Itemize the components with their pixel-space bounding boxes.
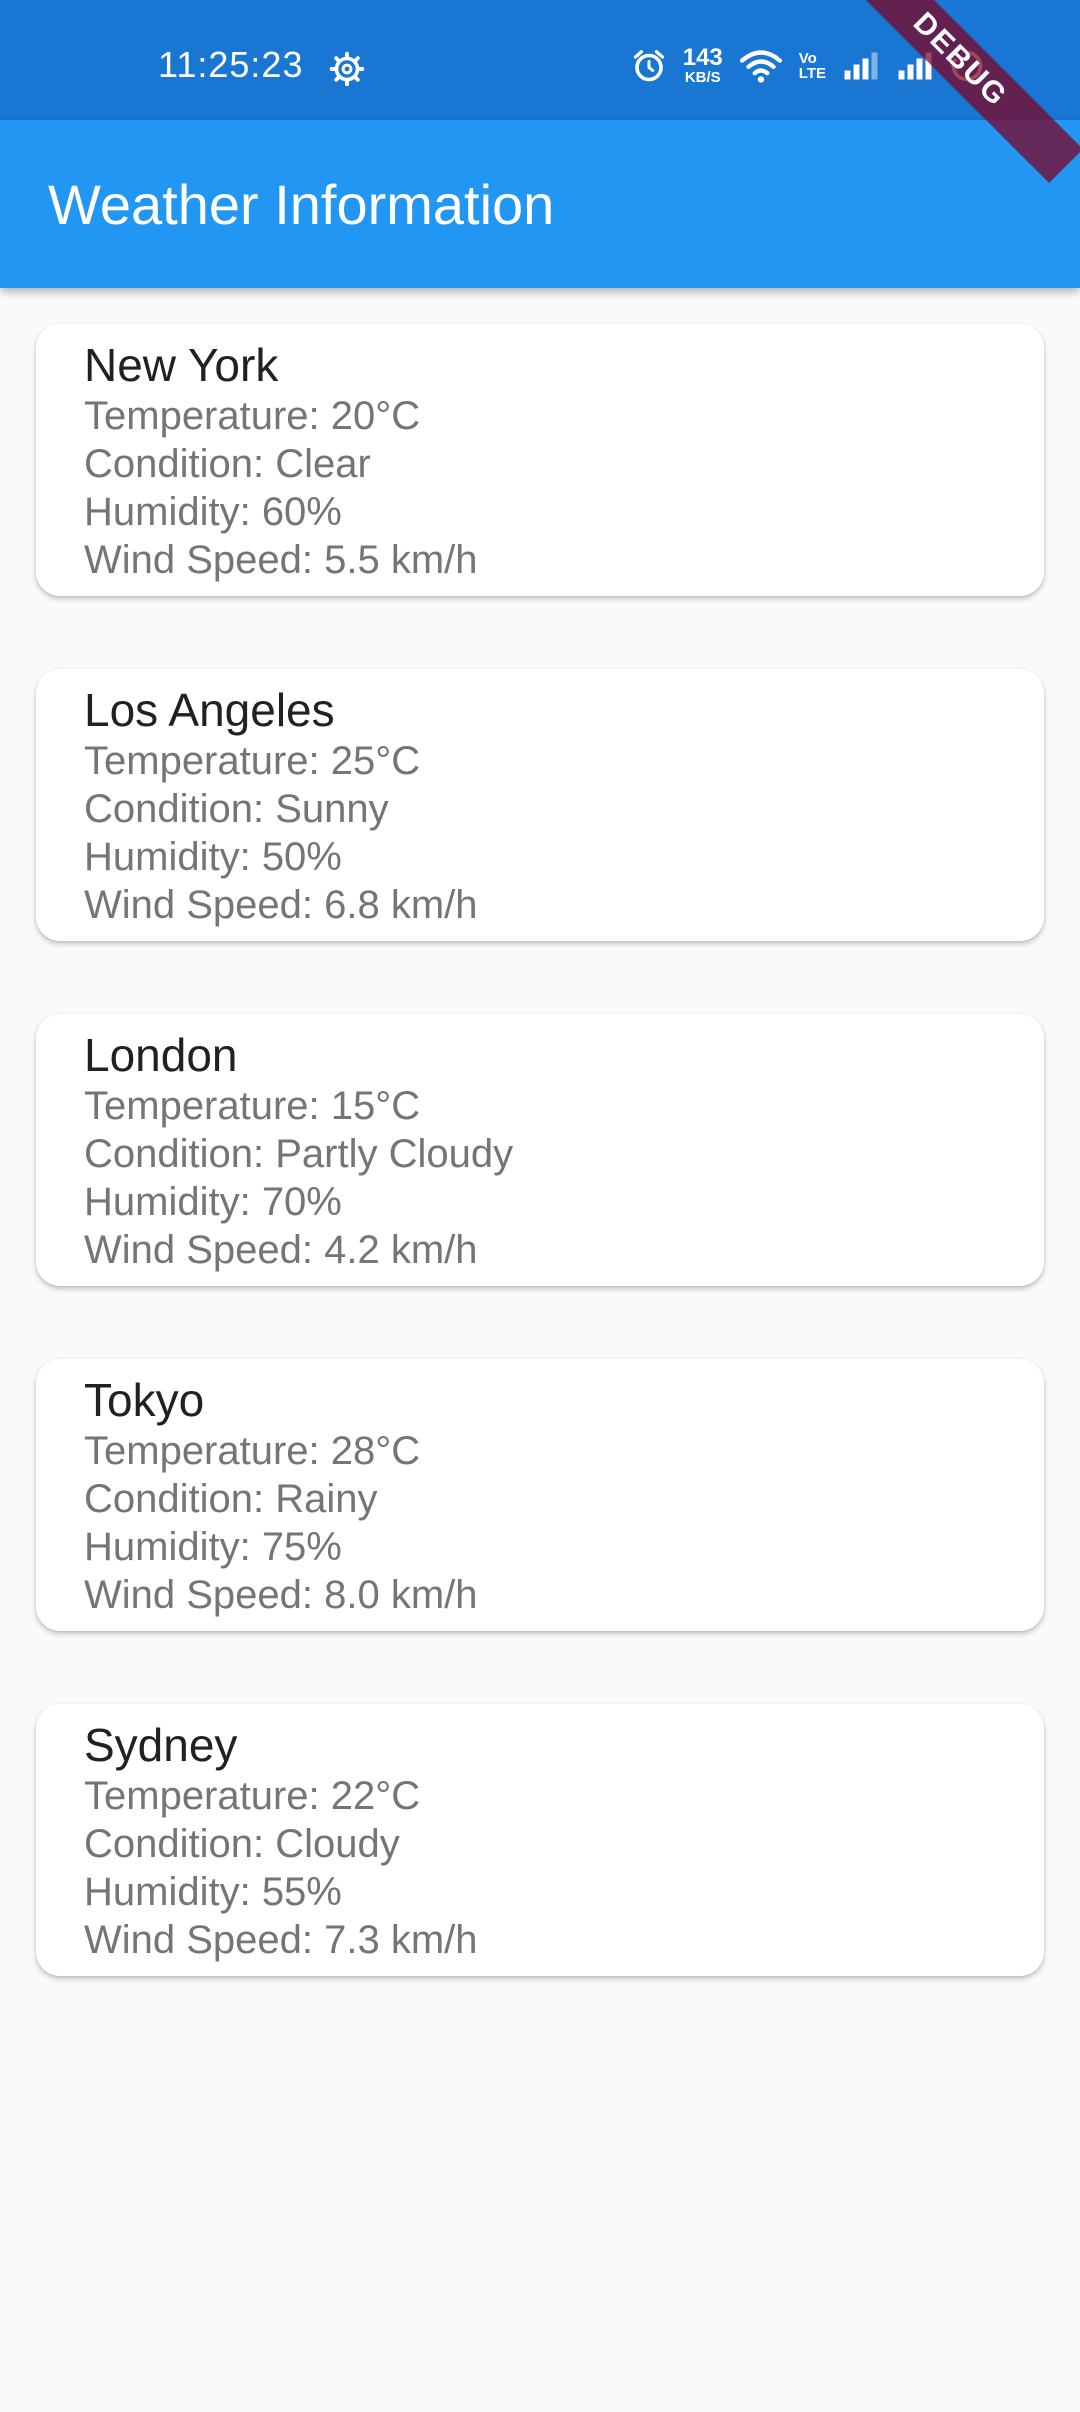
humidity-text: Humidity: 75% [84, 1525, 342, 1569]
network-speed: 143 KB/S [682, 44, 723, 86]
city-name: Sydney [84, 1719, 238, 1771]
temperature-text: Temperature: 28°C [84, 1429, 421, 1473]
volte-top: Vo [798, 49, 817, 67]
volte-bottom: LTE [798, 64, 826, 82]
page-title: Weather Information [48, 173, 555, 236]
wind-speed-text: Wind Speed: 8.0 km/h [84, 1573, 478, 1617]
app-bar: Weather Information [0, 120, 1080, 288]
temperature-text: Temperature: 15°C [84, 1084, 421, 1128]
condition-text: Condition: Sunny [84, 787, 389, 831]
wind-speed-text: Wind Speed: 5.5 km/h [84, 538, 478, 582]
signal-icon [842, 51, 880, 81]
gear-icon [329, 51, 365, 87]
weather-list: New York Temperature: 20°C Condition: Cl… [36, 324, 1044, 2049]
temperature-text: Temperature: 22°C [84, 1774, 421, 1818]
wind-speed-text: Wind Speed: 6.8 km/h [84, 883, 478, 927]
humidity-text: Humidity: 50% [84, 835, 342, 879]
weather-card[interactable]: Sydney Temperature: 22°C Condition: Clou… [36, 1704, 1044, 1976]
weather-card[interactable]: New York Temperature: 20°C Condition: Cl… [36, 324, 1044, 596]
wifi-icon [739, 48, 783, 84]
weather-card[interactable]: Los Angeles Temperature: 25°C Condition:… [36, 669, 1044, 941]
network-speed-unit: KB/S [684, 69, 721, 86]
network-speed-value: 143 [682, 44, 723, 71]
humidity-text: Humidity: 70% [84, 1180, 342, 1224]
humidity-text: Humidity: 60% [84, 490, 342, 534]
city-name: Los Angeles [84, 684, 335, 736]
condition-text: Condition: Clear [84, 442, 371, 486]
city-name: New York [84, 339, 279, 391]
wind-speed-text: Wind Speed: 4.2 km/h [84, 1228, 478, 1272]
volte-indicator: Vo LTE [799, 51, 826, 81]
wind-speed-text: Wind Speed: 7.3 km/h [84, 1918, 478, 1962]
alarm-icon [631, 47, 667, 85]
temperature-text: Temperature: 20°C [84, 394, 421, 438]
status-time: 11:25:23 [158, 44, 304, 85]
weather-card[interactable]: Tokyo Temperature: 28°C Condition: Rainy… [36, 1359, 1044, 1631]
city-name: London [84, 1029, 238, 1081]
city-name: Tokyo [84, 1374, 205, 1426]
temperature-text: Temperature: 25°C [84, 739, 421, 783]
weather-card[interactable]: London Temperature: 15°C Condition: Part… [36, 1014, 1044, 1286]
condition-text: Condition: Partly Cloudy [84, 1132, 514, 1176]
humidity-text: Humidity: 55% [84, 1870, 342, 1914]
condition-text: Condition: Rainy [84, 1477, 378, 1521]
condition-text: Condition: Cloudy [84, 1822, 400, 1866]
